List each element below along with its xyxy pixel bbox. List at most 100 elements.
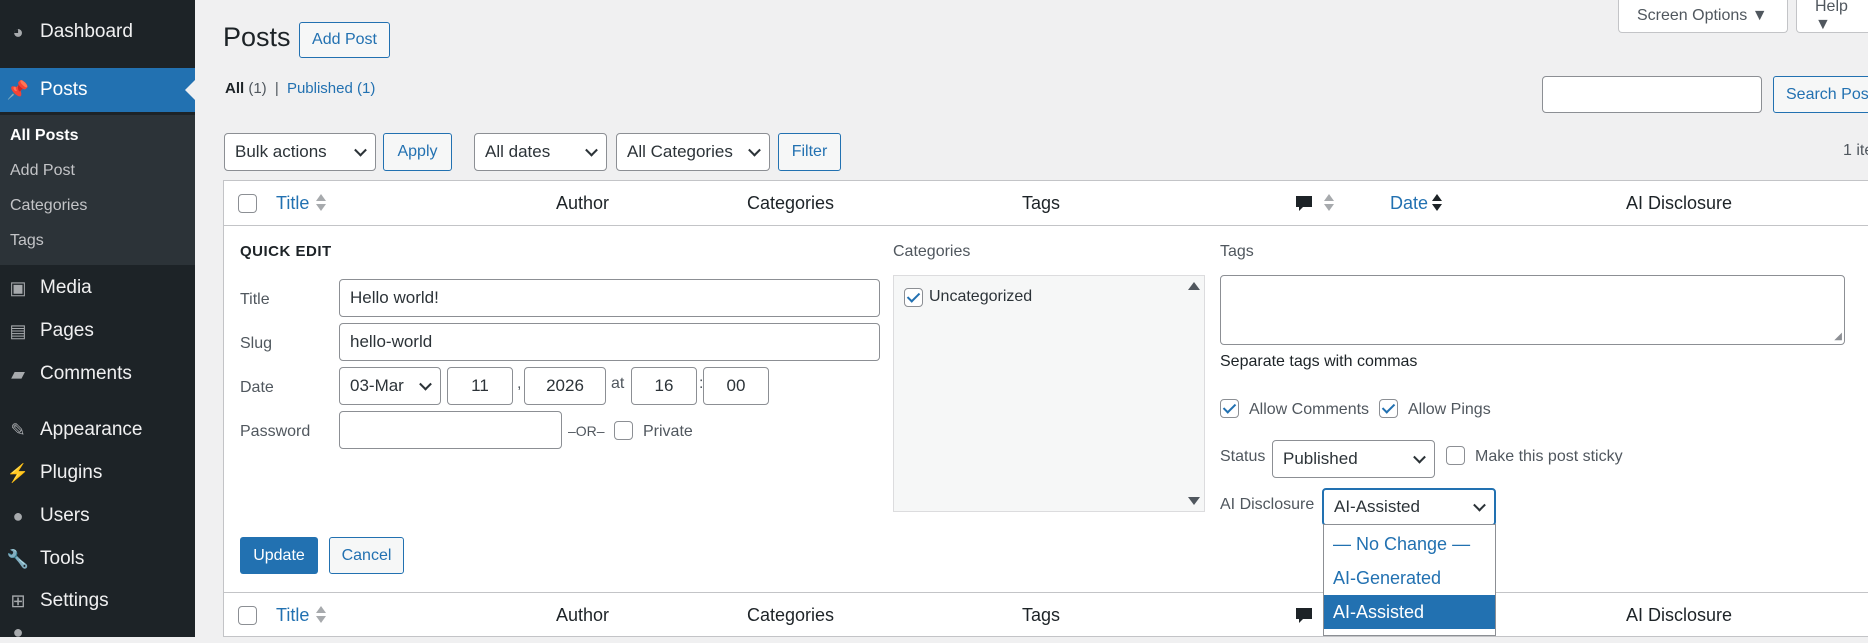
slug-input[interactable]: hello-world [339, 323, 880, 361]
private-checkbox[interactable] [614, 421, 633, 440]
menu-comments[interactable]: ▰ Comments [0, 352, 195, 396]
view-separator: | [274, 80, 279, 97]
status-select[interactable]: Published [1272, 440, 1435, 478]
scroll-down-icon[interactable] [1188, 497, 1200, 505]
chevron-down-icon [585, 143, 598, 157]
categories-select[interactable]: All Categories [616, 133, 770, 171]
view-published-count[interactable]: (1) [357, 80, 375, 97]
search-input[interactable] [1542, 76, 1762, 113]
ai-disclosure-select[interactable]: AI-Assisted [1322, 488, 1496, 526]
resize-handle-icon[interactable]: ◢ [1834, 331, 1842, 342]
table-footer: Title Author Categories Tags AI Disclosu… [224, 592, 1868, 637]
submenu-all-posts[interactable]: All Posts [10, 127, 78, 145]
collapse-icon: ● [12, 621, 24, 642]
hour-input[interactable]: 16 [631, 367, 697, 405]
chevron-down-icon [748, 143, 761, 157]
ai-disclosure-label: AI Disclosure [1220, 496, 1315, 513]
add-post-button[interactable]: Add Post [299, 22, 390, 58]
chevron-down-icon [354, 143, 367, 157]
minute-input[interactable]: 00 [703, 367, 769, 405]
allow-comments-checkbox[interactable] [1220, 399, 1239, 418]
column-title[interactable]: Title [276, 193, 309, 214]
menu-media[interactable]: ▣ Media [0, 266, 195, 310]
posts-submenu: All Posts Add Post Categories Tags [0, 115, 195, 265]
month-select[interactable]: 03-Mar [339, 367, 441, 405]
select-all-footer-checkbox[interactable] [238, 606, 257, 625]
menu-users[interactable]: ● Users [0, 494, 195, 538]
view-all[interactable]: All [225, 80, 244, 97]
ai-disclosure-options: — No Change — AI-Generated AI-Assisted [1323, 524, 1496, 636]
comment-bubble-icon[interactable] [1294, 193, 1314, 218]
cancel-button[interactable]: Cancel [329, 537, 404, 574]
scroll-up-icon[interactable] [1188, 282, 1200, 290]
month-value: 03-Mar [350, 376, 404, 395]
column-title[interactable]: Title [276, 605, 309, 626]
comment-icon: ▰ [11, 363, 25, 384]
dates-select[interactable]: All dates [474, 133, 607, 171]
bulk-actions-select[interactable]: Bulk actions [224, 133, 376, 171]
menu-tools[interactable]: 🔧 Tools [0, 537, 195, 581]
search-posts-button[interactable]: Search Posts [1773, 76, 1868, 113]
table-header: Title Author Categories Tags Date AI Dis… [224, 181, 1868, 226]
password-input[interactable] [339, 411, 562, 449]
sort-icon [316, 605, 326, 625]
allow-pings-checkbox[interactable] [1379, 399, 1398, 418]
menu-label: Settings [40, 590, 109, 611]
option-ai-assisted[interactable]: AI-Assisted [1324, 595, 1495, 629]
option-no-change[interactable]: — No Change — [1324, 527, 1495, 561]
option-ai-generated[interactable]: AI-Generated [1324, 561, 1495, 595]
brush-icon: ✎ [10, 419, 26, 440]
filter-button[interactable]: Filter [778, 133, 841, 171]
ai-disclosure-value: AI-Assisted [1334, 497, 1420, 516]
select-all-checkbox[interactable] [238, 194, 257, 213]
menu-posts[interactable]: 📌 Posts [0, 68, 195, 112]
uncategorized-checkbox[interactable] [904, 288, 923, 307]
tags-label: Tags [1220, 243, 1254, 260]
menu-label: Dashboard [40, 21, 133, 42]
column-date[interactable]: Date [1390, 193, 1428, 214]
user-icon: ● [12, 505, 24, 526]
password-label: Password [240, 423, 311, 440]
menu-label: Tools [40, 548, 85, 569]
year-input[interactable]: 2026 [524, 367, 606, 405]
submenu-categories[interactable]: Categories [10, 197, 87, 215]
update-button[interactable]: Update [240, 537, 318, 574]
comment-bubble-icon[interactable] [1294, 605, 1314, 630]
or-separator: –OR– [568, 423, 605, 439]
uncategorized-label: Uncategorized [929, 288, 1033, 305]
tags-textarea[interactable]: ◢ [1220, 275, 1845, 345]
title-input[interactable]: Hello world! [339, 279, 880, 317]
chevron-down-icon [1413, 450, 1426, 464]
column-ai-disclosure: AI Disclosure [1626, 605, 1733, 625]
menu-dashboard[interactable]: ◕ Dashboard [0, 10, 195, 54]
dashboard-icon: ◕ [12, 21, 24, 42]
menu-settings[interactable]: ⊞ Settings [0, 579, 195, 623]
allow-comments-label: Allow Comments [1249, 401, 1370, 418]
date-label: Date [240, 379, 274, 396]
column-tags: Tags [1022, 605, 1061, 625]
status-label: Status [1220, 448, 1266, 465]
category-checklist[interactable]: Uncategorized [893, 275, 1205, 512]
bulk-actions-value: Bulk actions [235, 142, 327, 161]
view-published[interactable]: Published [287, 80, 353, 97]
status-value: Published [1283, 449, 1358, 468]
tags-hint: Separate tags with commas [1220, 353, 1418, 370]
day-input[interactable]: 11 [447, 367, 513, 405]
page-title: Posts [223, 22, 291, 52]
date-comma: , [517, 375, 522, 392]
sticky-checkbox[interactable] [1446, 446, 1465, 465]
submenu-add-post[interactable]: Add Post [10, 162, 75, 180]
submenu-tags[interactable]: Tags [10, 232, 44, 250]
screen-options-button[interactable]: Screen Options ▼ [1618, 0, 1788, 33]
menu-label: Appearance [40, 419, 143, 440]
column-author: Author [556, 605, 610, 625]
help-button[interactable]: Help ▼ [1796, 0, 1868, 33]
sticky-label: Make this post sticky [1475, 448, 1623, 465]
admin-sidebar: ◕ Dashboard 📌 Posts All Posts Add Post C… [0, 0, 195, 642]
menu-pages[interactable]: ▤ Pages [0, 309, 195, 353]
apply-button[interactable]: Apply [383, 133, 452, 171]
allow-pings-label: Allow Pings [1408, 401, 1491, 418]
menu-plugins[interactable]: ⚡ Plugins [0, 451, 195, 495]
slug-label: Slug [240, 335, 273, 352]
menu-appearance[interactable]: ✎ Appearance [0, 408, 195, 452]
